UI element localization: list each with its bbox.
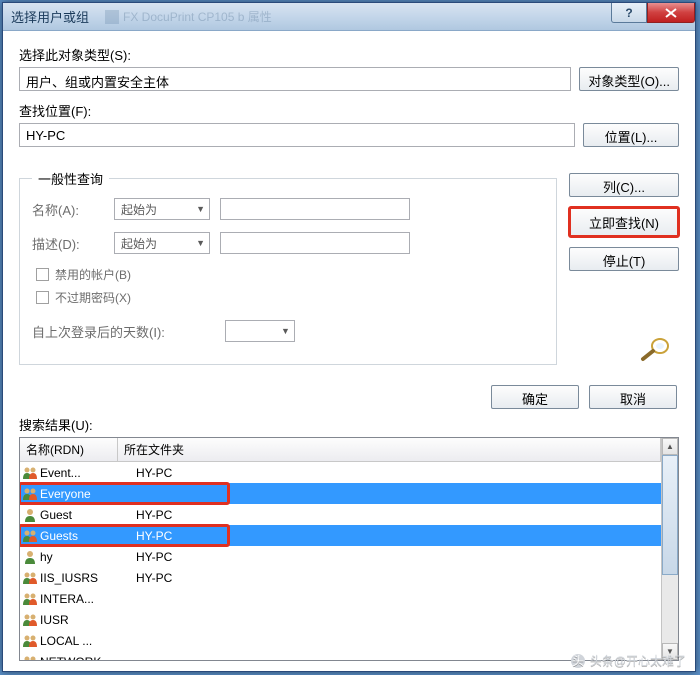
group-icon bbox=[22, 654, 38, 661]
svg-text:头: 头 bbox=[572, 654, 584, 668]
window-controls: ? bbox=[611, 3, 695, 23]
window-title: 选择用户或组 bbox=[7, 7, 89, 26]
row-name: Event... bbox=[40, 466, 136, 480]
table-row[interactable]: Event...HY-PC bbox=[20, 462, 661, 483]
row-folder: HY-PC bbox=[136, 466, 172, 480]
object-types-button[interactable]: 对象类型(O)... bbox=[579, 67, 679, 91]
days-label: 自上次登录后的天数(I): bbox=[32, 322, 165, 341]
group-icon bbox=[22, 591, 38, 607]
table-row[interactable]: hyHY-PC bbox=[20, 546, 661, 567]
dialog-content: 选择此对象类型(S): 用户、组或内置安全主体 对象类型(O)... 查找位置(… bbox=[3, 31, 695, 671]
table-row[interactable]: LOCAL ... bbox=[20, 630, 661, 651]
row-name: NETWORK bbox=[40, 655, 136, 661]
location-value: HY-PC bbox=[19, 123, 575, 147]
group-icon bbox=[22, 612, 38, 628]
table-row[interactable]: IUSR bbox=[20, 609, 661, 630]
vertical-scrollbar[interactable]: ▲ ▼ bbox=[661, 438, 678, 660]
columns-button[interactable]: 列(C)... bbox=[569, 173, 679, 197]
common-queries-group: 一般性查询 名称(A): 起始为▼ 描述(D): 起始为▼ 禁用的帐户(B) 不… bbox=[19, 169, 557, 365]
row-name: Guest bbox=[40, 508, 136, 522]
table-row[interactable]: INTERA... bbox=[20, 588, 661, 609]
table-row[interactable]: GuestsHY-PC bbox=[20, 525, 661, 546]
row-folder: HY-PC bbox=[136, 550, 172, 564]
row-name: IIS_IUSRS bbox=[40, 571, 136, 585]
stop-button[interactable]: 停止(T) bbox=[569, 247, 679, 271]
chevron-down-icon: ▼ bbox=[281, 326, 290, 336]
table-row[interactable]: Everyone bbox=[20, 483, 661, 504]
group-legend: 一般性查询 bbox=[32, 169, 109, 188]
row-name: LOCAL ... bbox=[40, 634, 136, 648]
row-name: Guests bbox=[40, 529, 136, 543]
row-name: IUSR bbox=[40, 613, 136, 627]
disabled-accounts-checkbox[interactable] bbox=[36, 268, 49, 281]
user-icon bbox=[22, 507, 38, 523]
object-type-label: 选择此对象类型(S): bbox=[19, 45, 679, 64]
row-folder: HY-PC bbox=[136, 571, 172, 585]
titlebar[interactable]: 选择用户或组 FX DocuPrint CP105 b 属性 ? bbox=[3, 3, 695, 31]
name-label: 名称(A): bbox=[32, 200, 104, 219]
location-label: 查找位置(F): bbox=[19, 101, 679, 120]
desc-label: 描述(D): bbox=[32, 234, 104, 253]
user-icon bbox=[22, 549, 38, 565]
group-icon bbox=[22, 570, 38, 586]
group-icon bbox=[22, 633, 38, 649]
ok-button[interactable]: 确定 bbox=[491, 385, 579, 409]
group-icon bbox=[22, 528, 38, 544]
name-input[interactable] bbox=[220, 198, 410, 220]
chevron-down-icon: ▼ bbox=[196, 204, 205, 214]
desc-input[interactable] bbox=[220, 232, 410, 254]
row-name: Everyone bbox=[40, 487, 136, 501]
cancel-button[interactable]: 取消 bbox=[589, 385, 677, 409]
locations-button[interactable]: 位置(L)... bbox=[583, 123, 679, 147]
row-name: INTERA... bbox=[40, 592, 136, 606]
table-row[interactable]: NETWORK bbox=[20, 651, 661, 660]
results-label: 搜索结果(U): bbox=[19, 415, 679, 434]
group-icon bbox=[22, 486, 38, 502]
close-button[interactable] bbox=[647, 3, 695, 23]
find-now-button[interactable]: 立即查找(N) bbox=[569, 207, 679, 237]
row-name: hy bbox=[40, 550, 136, 564]
watermark: 头 头条@开心太难了 bbox=[570, 652, 686, 669]
nonexpiring-pw-checkbox[interactable] bbox=[36, 291, 49, 304]
search-icon bbox=[639, 336, 675, 365]
results-rows: Event...HY-PCEveryoneGuestHY-PCGuestsHY-… bbox=[20, 462, 661, 660]
column-headers[interactable]: 名称(RDN) 所在文件夹 bbox=[20, 438, 661, 462]
table-row[interactable]: GuestHY-PC bbox=[20, 504, 661, 525]
row-folder: HY-PC bbox=[136, 529, 172, 543]
watermark-icon: 头 bbox=[570, 653, 586, 669]
results-listview[interactable]: 名称(RDN) 所在文件夹 Event...HY-PCEveryoneGuest… bbox=[19, 437, 679, 661]
desc-combo[interactable]: 起始为▼ bbox=[114, 232, 210, 254]
dialog-window: 选择用户或组 FX DocuPrint CP105 b 属性 ? 选择此对象类型… bbox=[2, 2, 696, 672]
background-hint: FX DocuPrint CP105 b 属性 bbox=[105, 8, 272, 25]
name-combo[interactable]: 起始为▼ bbox=[114, 198, 210, 220]
object-type-value: 用户、组或内置安全主体 bbox=[19, 67, 571, 91]
row-folder: HY-PC bbox=[136, 508, 172, 522]
disabled-accounts-label: 禁用的帐户(B) bbox=[55, 266, 131, 283]
group-icon bbox=[22, 465, 38, 481]
scroll-track[interactable] bbox=[662, 575, 678, 643]
nonexpiring-pw-label: 不过期密码(X) bbox=[55, 289, 131, 306]
help-button[interactable]: ? bbox=[611, 3, 647, 23]
scroll-thumb[interactable] bbox=[662, 455, 678, 575]
col-folder[interactable]: 所在文件夹 bbox=[118, 438, 661, 461]
col-name[interactable]: 名称(RDN) bbox=[20, 438, 118, 461]
days-combo[interactable]: ▼ bbox=[225, 320, 295, 342]
close-icon bbox=[665, 8, 677, 18]
table-row[interactable]: IIS_IUSRSHY-PC bbox=[20, 567, 661, 588]
chevron-down-icon: ▼ bbox=[196, 238, 205, 248]
scroll-up-button[interactable]: ▲ bbox=[662, 438, 678, 455]
